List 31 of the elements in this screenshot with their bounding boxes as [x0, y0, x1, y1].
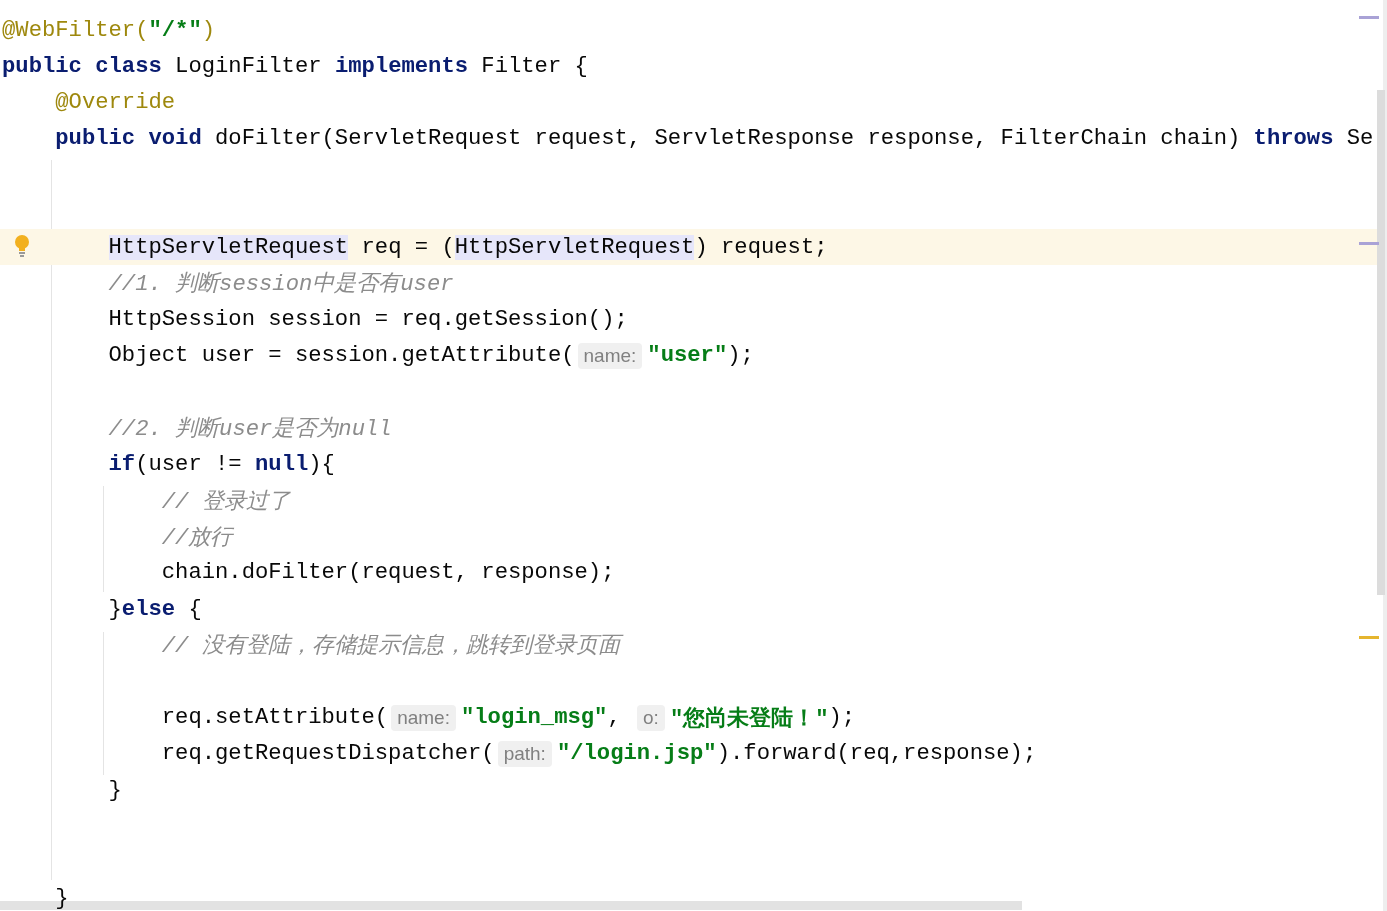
code-text: req.getRequestDispatcher( — [161, 740, 495, 769]
scroll-marker — [1359, 16, 1379, 19]
code-comment: // 登录过了 — [161, 488, 290, 516]
code-text: public void doFilter(ServletRequest request, ServletResponse response, FilterChain chain) throws Se — [55, 125, 1374, 154]
parameter-hint: name: — [577, 342, 643, 369]
code-text: Object user = session.getAttribute( — [108, 342, 575, 371]
code-text: "您尚未登陆！"); — [669, 704, 856, 733]
code-text: } — [55, 885, 69, 911]
parameter-hint: o: — [637, 704, 665, 731]
code-text: public class LoginFilter implements Filter { — [2, 52, 588, 81]
code-text: } — [108, 776, 122, 805]
code-text: "user"); — [647, 342, 754, 371]
code-text: req.setAttribute( — [161, 704, 389, 733]
code-text: @Override — [55, 88, 176, 117]
lightbulb-icon[interactable] — [12, 234, 32, 259]
code-text: @WebFilter("/*") — [2, 16, 216, 45]
scrollbar-thumb[interactable] — [1377, 90, 1385, 595]
scroll-marker — [1359, 636, 1379, 639]
code-text: "login_msg", — [460, 704, 622, 733]
code-text: HttpSession session = req.getSession(); — [108, 306, 628, 335]
code-text: if(user != null){ — [108, 450, 335, 479]
code-comment: //放行 — [161, 524, 233, 552]
code-comment: //1. 判断session中是否有user — [108, 270, 454, 299]
parameter-hint: path: — [497, 740, 552, 767]
code-text: HttpServletRequest req = (HttpServletRequest) request; — [108, 233, 828, 262]
code-text: "/login.jsp").forward(req,response); — [556, 740, 1037, 769]
code-text: }else { — [108, 595, 202, 624]
scroll-marker — [1359, 242, 1379, 245]
code-text: chain.doFilter(request, response); — [161, 559, 615, 588]
code-comment: //2. 判断user是否为null — [108, 415, 392, 444]
parameter-hint: name: — [391, 704, 456, 731]
